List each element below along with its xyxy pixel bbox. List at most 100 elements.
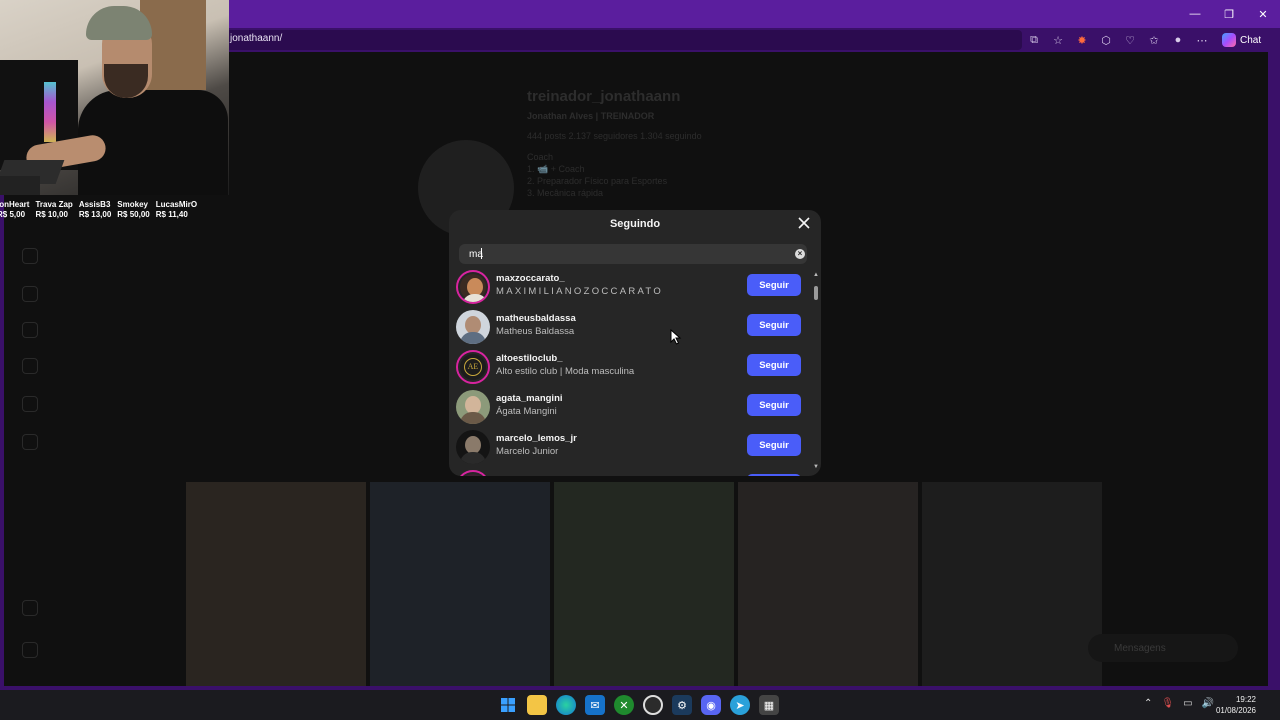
donation-item: LucasMirO R$ 11,40 <box>156 200 197 220</box>
copilot-icon <box>1222 33 1236 47</box>
avatar[interactable] <box>456 430 490 464</box>
following-list: maxzoccarato_ MAXIMILIANOZOCCARATO Segui… <box>449 268 821 476</box>
clock-date: 01/08/2026 <box>1215 706 1256 715</box>
avatar[interactable] <box>456 470 490 476</box>
username-link[interactable]: marcelo_lemos_jr <box>496 433 577 444</box>
avatar-torso <box>460 452 486 464</box>
copilot-chat-button[interactable]: Chat <box>1222 33 1261 47</box>
taskbar-clock[interactable]: 19:22 01/08/2026 <box>1216 694 1256 716</box>
username-link[interactable]: altoestiloclub_ <box>496 353 563 364</box>
avatar[interactable] <box>456 310 490 344</box>
full-name: Alto estilo club | Moda masculina <box>496 366 635 377</box>
chevron-up-icon[interactable]: ⌃ <box>1144 698 1152 709</box>
list-item[interactable] <box>455 468 805 476</box>
scroll-down-icon[interactable]: ▼ <box>813 464 819 470</box>
close-icon[interactable] <box>795 214 813 232</box>
avatar[interactable] <box>456 270 490 304</box>
browser-toolbar: ⧉ ☆ ✸ ⬡ ♡ ✩ ● ⋯ Chat <box>1026 32 1261 48</box>
full-name: MAXIMILIANOZOCCARATO <box>496 286 664 297</box>
donation-amount: R$ 50,00 <box>117 210 150 219</box>
outlook-icon[interactable]: ✉ <box>585 695 605 715</box>
list-item[interactable]: AE altoestiloclub_ Alto estilo club | Mo… <box>455 348 805 388</box>
system-tray: ⌃ 🎙 ▭ 🔊 <box>1144 698 1214 709</box>
avatar-torso <box>460 412 486 424</box>
brand-logo-icon: AE <box>464 358 482 376</box>
collections-icon[interactable]: ✩ <box>1146 32 1162 48</box>
username-link[interactable]: agata_mangini <box>496 393 563 404</box>
avatar[interactable] <box>456 390 490 424</box>
list-item[interactable]: agata_mangini Ágata Mangini Seguir <box>455 388 805 428</box>
menu-icon <box>22 600 38 616</box>
post-thumbnail <box>370 482 550 686</box>
follow-button[interactable]: Seguir <box>747 354 801 376</box>
avatar-torso <box>462 294 488 302</box>
display-icon[interactable]: ▭ <box>1183 698 1192 709</box>
list-scrollbar[interactable]: ▲ ▼ <box>813 272 819 470</box>
taskbar-apps: ✉ ✕ ⚙ ◉ ➤ ▦ <box>498 695 779 715</box>
follow-button[interactable]: Seguir <box>747 274 801 296</box>
restore-icon[interactable]: ❐ <box>1212 0 1246 28</box>
avatar[interactable]: AE <box>456 350 490 384</box>
search-bar: × <box>459 244 807 264</box>
follow-button[interactable]: Seguir <box>747 434 801 456</box>
list-item[interactable]: matheusbaldassa Matheus Baldassa Seguir <box>455 308 805 348</box>
webcam-monitor <box>0 176 40 195</box>
donation-item: ionHeart R$ 5,00 <box>0 200 29 220</box>
list-item[interactable]: maxzoccarato_ MAXIMILIANOZOCCARATO Segui… <box>455 268 805 308</box>
performance-icon[interactable]: ♡ <box>1122 32 1138 48</box>
minimize-icon[interactable]: — <box>1178 0 1212 28</box>
search-input[interactable] <box>469 248 779 260</box>
messages-pill: Mensagens <box>1088 634 1238 662</box>
url-text: jonathaann/ <box>230 33 283 44</box>
bio-line: Coach <box>527 152 554 162</box>
microphone-icon[interactable]: 🎙 <box>1161 698 1174 709</box>
username-link[interactable]: matheusbaldassa <box>496 313 576 324</box>
puzzle-icon[interactable]: ⬡ <box>1098 32 1114 48</box>
more-icon[interactable]: ⋯ <box>1194 32 1210 48</box>
follow-button[interactable]: Seguir <box>747 314 801 336</box>
split-screen-icon[interactable]: ⧉ <box>1026 32 1042 48</box>
posts-grid <box>186 482 1102 686</box>
post-thumbnail <box>186 482 366 686</box>
close-icon[interactable]: ✕ <box>1246 0 1280 28</box>
follow-button[interactable] <box>747 474 801 476</box>
clock-time: 19:22 <box>1235 695 1256 704</box>
steam-icon[interactable]: ⚙ <box>672 695 692 715</box>
scroll-thumb[interactable] <box>814 286 818 300</box>
obs-icon[interactable]: ▦ <box>759 695 779 715</box>
windows-start-icon[interactable] <box>498 695 518 715</box>
list-item[interactable]: marcelo_lemos_jr Marcelo Junior Seguir <box>455 428 805 468</box>
donor-name: Trava Zap <box>35 200 73 209</box>
bio-line: 2. Preparador Físico para Esportes <box>527 176 668 186</box>
clear-search-icon[interactable]: × <box>795 249 805 259</box>
url-field[interactable]: jonathaann/ <box>226 30 1022 50</box>
chrome-icon[interactable] <box>643 695 663 715</box>
username-link[interactable]: maxzoccarato_ <box>496 273 565 284</box>
telegram-icon[interactable]: ➤ <box>730 695 750 715</box>
extension-icon[interactable]: ✸ <box>1074 32 1090 48</box>
text-caret <box>481 248 482 259</box>
donor-name: LucasMirO <box>155 200 198 209</box>
scroll-up-icon[interactable]: ▲ <box>813 272 819 278</box>
donation-amount: R$ 11,40 <box>155 210 188 219</box>
favorite-star-icon[interactable]: ☆ <box>1050 32 1066 48</box>
volume-icon[interactable]: 🔊 <box>1202 698 1214 709</box>
profile-header: treinador_jonathaann Jonathan Alves | TR… <box>527 88 702 199</box>
donations-ticker: ionHeart R$ 5,00 Trava Zap R$ 10,00 Assi… <box>0 200 214 220</box>
follow-button[interactable]: Seguir <box>747 394 801 416</box>
window-controls: — ❐ ✕ <box>1178 0 1280 28</box>
browser-frame-right <box>1268 52 1280 690</box>
heart-icon <box>22 358 38 374</box>
post-thumbnail <box>922 482 1102 686</box>
bio-line: 3. Mecânica rápida <box>527 188 604 198</box>
donation-item: Smokey R$ 50,00 <box>117 200 149 220</box>
bio-line: 1. 📹 + Coach <box>527 164 585 174</box>
modal-title: Seguindo <box>609 218 661 230</box>
profile-avatar-icon[interactable]: ● <box>1170 32 1186 48</box>
discord-icon[interactable]: ◉ <box>701 695 721 715</box>
donor-name: Smokey <box>117 200 148 209</box>
file-explorer-icon[interactable] <box>527 695 547 715</box>
xbox-icon[interactable]: ✕ <box>614 695 634 715</box>
edge-icon[interactable] <box>556 695 576 715</box>
donor-name: AssisB3 <box>78 200 111 209</box>
